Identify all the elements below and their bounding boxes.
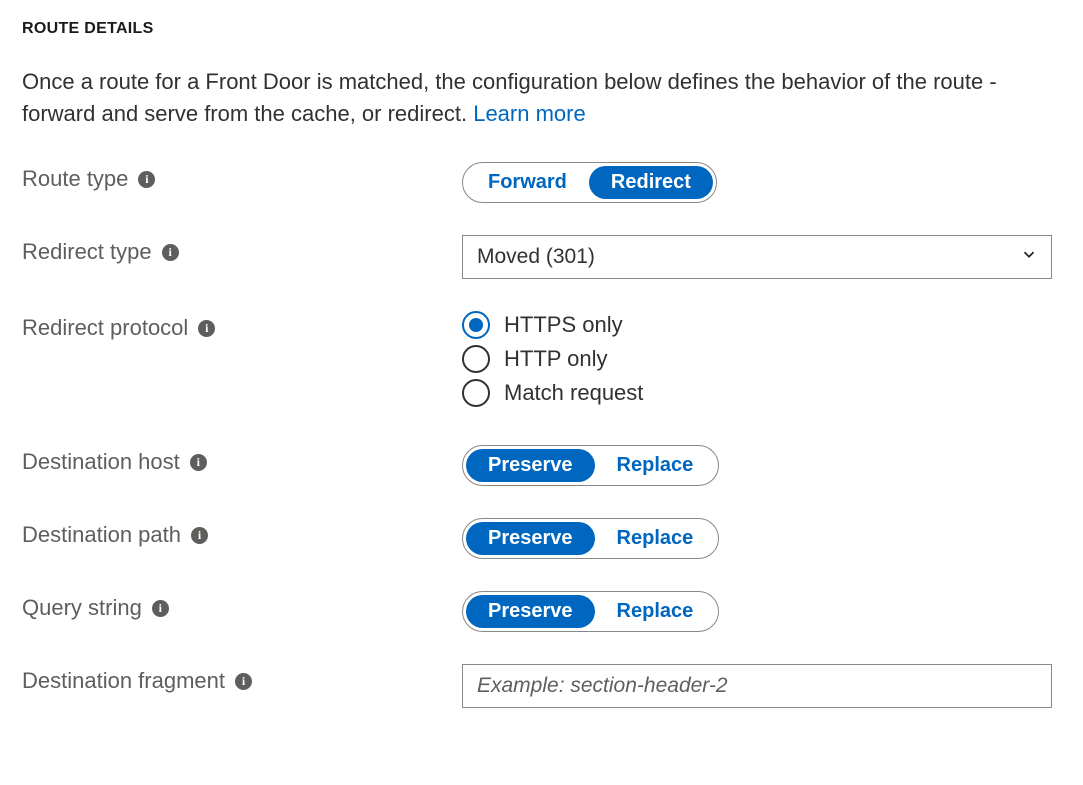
radio-icon bbox=[462, 379, 490, 407]
route-type-option-forward[interactable]: Forward bbox=[466, 166, 589, 199]
destination-host-replace[interactable]: Replace bbox=[595, 449, 716, 482]
destination-path-label: Destination path i bbox=[22, 518, 462, 548]
destination-host-toggle: Preserve Replace bbox=[462, 445, 719, 486]
redirect-type-select[interactable]: Moved (301) bbox=[462, 235, 1052, 279]
redirect-protocol-https-label: HTTPS only bbox=[504, 312, 623, 338]
query-string-toggle: Preserve Replace bbox=[462, 591, 719, 632]
radio-icon bbox=[462, 311, 490, 339]
info-icon[interactable]: i bbox=[235, 673, 252, 690]
redirect-protocol-match-label: Match request bbox=[504, 380, 643, 406]
destination-host-label: Destination host i bbox=[22, 445, 462, 475]
destination-fragment-input[interactable] bbox=[462, 664, 1052, 708]
destination-host-preserve[interactable]: Preserve bbox=[466, 449, 595, 482]
query-string-replace[interactable]: Replace bbox=[595, 595, 716, 628]
route-type-label-text: Route type bbox=[22, 166, 128, 192]
destination-fragment-label-text: Destination fragment bbox=[22, 668, 225, 694]
section-description: Once a route for a Front Door is matched… bbox=[22, 66, 1052, 130]
redirect-protocol-label-text: Redirect protocol bbox=[22, 315, 188, 341]
section-title: ROUTE DETAILS bbox=[22, 20, 1061, 38]
learn-more-link[interactable]: Learn more bbox=[473, 101, 586, 126]
info-icon[interactable]: i bbox=[190, 454, 207, 471]
destination-fragment-label: Destination fragment i bbox=[22, 664, 462, 694]
redirect-type-label-text: Redirect type bbox=[22, 239, 152, 265]
route-type-option-redirect[interactable]: Redirect bbox=[589, 166, 713, 199]
route-type-toggle: Forward Redirect bbox=[462, 162, 717, 203]
destination-path-replace[interactable]: Replace bbox=[595, 522, 716, 555]
redirect-type-label: Redirect type i bbox=[22, 235, 462, 265]
info-icon[interactable]: i bbox=[191, 527, 208, 544]
redirect-protocol-http-label: HTTP only bbox=[504, 346, 608, 372]
destination-path-preserve[interactable]: Preserve bbox=[466, 522, 595, 555]
query-string-label: Query string i bbox=[22, 591, 462, 621]
radio-icon bbox=[462, 345, 490, 373]
destination-host-label-text: Destination host bbox=[22, 449, 180, 475]
info-icon[interactable]: i bbox=[152, 600, 169, 617]
redirect-protocol-match[interactable]: Match request bbox=[462, 379, 1061, 407]
destination-path-toggle: Preserve Replace bbox=[462, 518, 719, 559]
route-type-label: Route type i bbox=[22, 162, 462, 192]
info-icon[interactable]: i bbox=[138, 171, 155, 188]
redirect-protocol-radiogroup: HTTPS only HTTP only Match request bbox=[462, 311, 1061, 407]
query-string-preserve[interactable]: Preserve bbox=[466, 595, 595, 628]
redirect-protocol-https[interactable]: HTTPS only bbox=[462, 311, 1061, 339]
destination-path-label-text: Destination path bbox=[22, 522, 181, 548]
redirect-protocol-label: Redirect protocol i bbox=[22, 311, 462, 341]
info-icon[interactable]: i bbox=[162, 244, 179, 261]
info-icon[interactable]: i bbox=[198, 320, 215, 337]
query-string-label-text: Query string bbox=[22, 595, 142, 621]
redirect-protocol-http[interactable]: HTTP only bbox=[462, 345, 1061, 373]
redirect-type-value: Moved (301) bbox=[477, 245, 595, 269]
